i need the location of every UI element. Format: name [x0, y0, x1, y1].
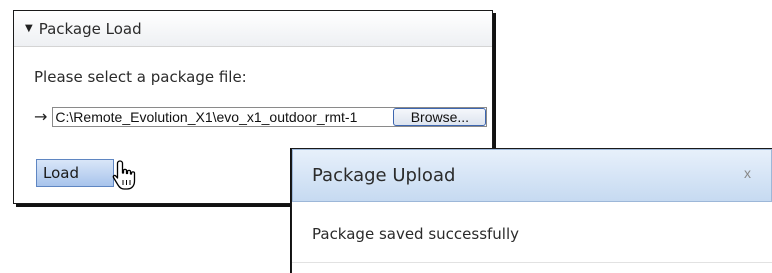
- upload-dialog-header[interactable]: Package Upload x: [292, 149, 772, 202]
- select-file-prompt: Please select a package file:: [34, 68, 247, 86]
- right-arrow-icon: →: [34, 107, 48, 126]
- browse-button[interactable]: Browse...: [393, 108, 487, 126]
- dialog-divider: [292, 262, 772, 263]
- upload-status-message: Package saved successfully: [312, 225, 520, 243]
- upload-dialog-title: Package Upload: [312, 165, 456, 186]
- hand-pointer-icon: [112, 160, 136, 190]
- load-button[interactable]: Load: [36, 159, 114, 187]
- package-load-header[interactable]: ▼ Package Load: [14, 11, 492, 47]
- close-icon[interactable]: x: [744, 165, 751, 181]
- package-load-title: Package Load: [38, 19, 142, 38]
- triangle-down-icon[interactable]: ▼: [25, 23, 33, 34]
- file-path-input[interactable]: C:\Remote_Evolution_X1\evo_x1_outdoor_rm…: [52, 107, 488, 127]
- file-selection-row: → C:\Remote_Evolution_X1\evo_x1_outdoor_…: [34, 107, 488, 127]
- file-path-value[interactable]: C:\Remote_Evolution_X1\evo_x1_outdoor_rm…: [53, 109, 390, 125]
- package-upload-dialog: Package Upload x Package saved successfu…: [291, 148, 772, 273]
